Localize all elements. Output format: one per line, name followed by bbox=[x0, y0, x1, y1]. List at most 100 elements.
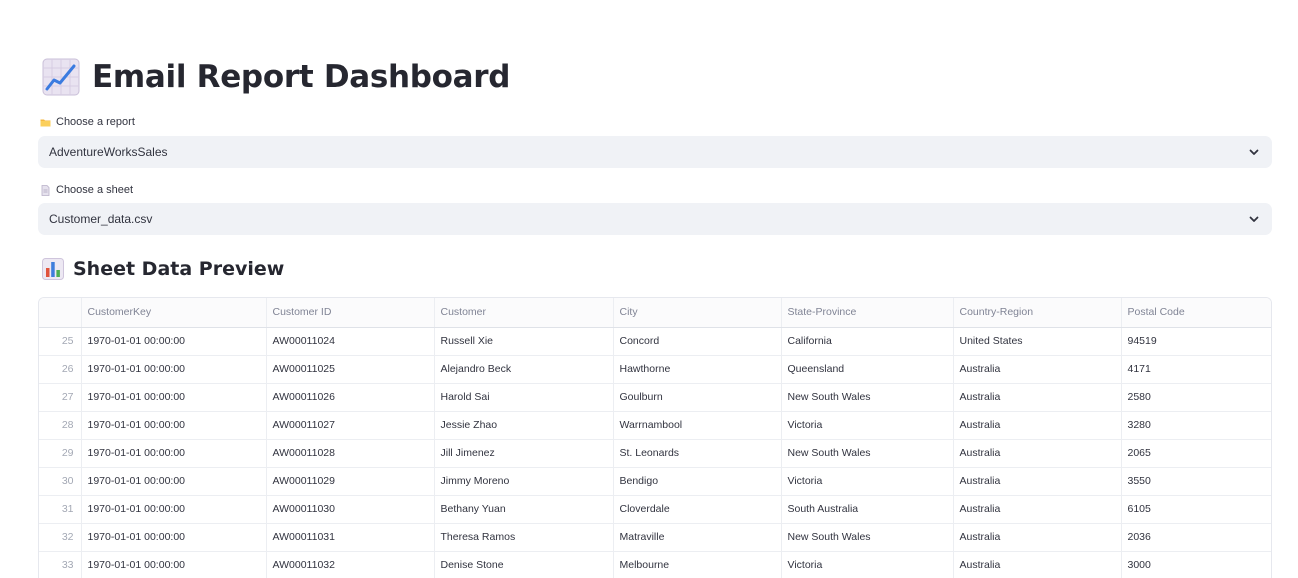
table-cell[interactable]: Australia bbox=[953, 411, 1122, 440]
table-cell[interactable]: 1970-01-01 00:00:00 bbox=[81, 467, 267, 496]
column-header[interactable]: Country-Region bbox=[953, 298, 1122, 328]
table-cell[interactable]: 1970-01-01 00:00:00 bbox=[81, 355, 267, 384]
row-index: 32 bbox=[39, 523, 82, 552]
table-row[interactable]: 33 1970-01-01 00:00:00 AW00011032 Denise St… bbox=[39, 551, 1271, 578]
table-cell[interactable]: 1970-01-01 00:00:00 bbox=[81, 523, 267, 552]
table-cell[interactable]: AW00011030 bbox=[266, 495, 435, 524]
table-row[interactable]: 29 1970-01-01 00:00:00 AW00011028 Jill Jime… bbox=[39, 439, 1271, 468]
table-cell[interactable]: Australia bbox=[953, 495, 1122, 524]
table-cell[interactable]: Harold Sai bbox=[434, 383, 614, 412]
table-cell[interactable]: Victoria bbox=[781, 467, 954, 496]
table-cell[interactable]: California bbox=[781, 327, 954, 356]
sheet-select-label-text: Choose a sheet bbox=[56, 184, 134, 196]
table-cell[interactable]: Bethany Yuan bbox=[434, 495, 614, 524]
table-cell[interactable]: Warrnambool bbox=[613, 411, 782, 440]
table-cell[interactable]: Australia bbox=[953, 355, 1122, 384]
table-cell[interactable]: 94519 bbox=[1121, 327, 1271, 356]
report-select[interactable]: AdventureWorksSales bbox=[38, 136, 1272, 168]
row-index: 33 bbox=[39, 551, 82, 578]
table-cell[interactable]: 4171 bbox=[1121, 355, 1271, 384]
table-cell[interactable]: 1970-01-01 00:00:00 bbox=[81, 495, 267, 524]
table-cell[interactable]: Australia bbox=[953, 523, 1122, 552]
table-cell[interactable]: Melbourne bbox=[613, 551, 782, 578]
table-cell[interactable]: 1970-01-01 00:00:00 bbox=[81, 327, 267, 356]
table-cell[interactable]: Australia bbox=[953, 551, 1122, 578]
row-index: 27 bbox=[39, 383, 82, 412]
table-cell[interactable]: United States bbox=[953, 327, 1122, 356]
bar-chart-icon bbox=[42, 258, 64, 280]
table-cell[interactable]: AW00011026 bbox=[266, 383, 435, 412]
row-index: 26 bbox=[39, 355, 82, 384]
table-cell[interactable]: St. Leonards bbox=[613, 439, 782, 468]
column-header[interactable]: Customer ID bbox=[266, 298, 435, 328]
report-select-value: AdventureWorksSales bbox=[49, 145, 168, 159]
table-cell[interactable]: AW00011025 bbox=[266, 355, 435, 384]
sheet-select[interactable]: Customer_data.csv bbox=[38, 203, 1272, 235]
column-header[interactable]: Customer bbox=[434, 298, 614, 328]
table-cell[interactable]: 1970-01-01 00:00:00 bbox=[81, 551, 267, 578]
folder-icon bbox=[40, 117, 51, 128]
table-cell[interactable]: AW00011032 bbox=[266, 551, 435, 578]
chart-increasing-icon bbox=[42, 58, 80, 96]
table-cell[interactable]: Denise Stone bbox=[434, 551, 614, 578]
table-cell[interactable]: New South Wales bbox=[781, 439, 954, 468]
report-select-label-text: Choose a report bbox=[56, 116, 135, 128]
table-cell[interactable]: AW00011031 bbox=[266, 523, 435, 552]
table-cell[interactable]: Theresa Ramos bbox=[434, 523, 614, 552]
table-cell[interactable]: 6105 bbox=[1121, 495, 1271, 524]
table-cell[interactable]: 3000 bbox=[1121, 551, 1271, 578]
table-cell[interactable]: 1970-01-01 00:00:00 bbox=[81, 439, 267, 468]
table-cell[interactable]: New South Wales bbox=[781, 383, 954, 412]
table-cell[interactable]: 2065 bbox=[1121, 439, 1271, 468]
data-grid[interactable]: CustomerKey Customer ID Customer City St… bbox=[38, 297, 1272, 578]
row-index: 25 bbox=[39, 327, 82, 356]
table-cell[interactable]: Jill Jimenez bbox=[434, 439, 614, 468]
table-cell[interactable]: Bendigo bbox=[613, 467, 782, 496]
table-cell[interactable]: Alejandro Beck bbox=[434, 355, 614, 384]
chevron-down-icon[interactable] bbox=[1248, 146, 1260, 158]
row-index: 28 bbox=[39, 411, 82, 440]
table-cell[interactable]: Matraville bbox=[613, 523, 782, 552]
table-cell[interactable]: 2036 bbox=[1121, 523, 1271, 552]
table-cell[interactable]: AW00011027 bbox=[266, 411, 435, 440]
table-row[interactable]: 25 1970-01-01 00:00:00 AW00011024 Russell X… bbox=[39, 327, 1271, 356]
table-cell[interactable]: 3280 bbox=[1121, 411, 1271, 440]
table-row[interactable]: 28 1970-01-01 00:00:00 AW00011027 Jessie Zh… bbox=[39, 411, 1271, 440]
table-row[interactable]: 27 1970-01-01 00:00:00 AW00011026 Harold Sa… bbox=[39, 383, 1271, 412]
sheet-select-value: Customer_data.csv bbox=[49, 212, 153, 226]
table-cell[interactable]: AW00011029 bbox=[266, 467, 435, 496]
table-cell[interactable]: 1970-01-01 00:00:00 bbox=[81, 411, 267, 440]
table-cell[interactable]: South Australia bbox=[781, 495, 954, 524]
table-cell[interactable]: 3550 bbox=[1121, 467, 1271, 496]
index-header bbox=[39, 298, 82, 328]
table-cell[interactable]: Australia bbox=[953, 439, 1122, 468]
table-cell[interactable]: 2580 bbox=[1121, 383, 1271, 412]
table-cell[interactable]: Hawthorne bbox=[613, 355, 782, 384]
table-cell[interactable]: Goulburn bbox=[613, 383, 782, 412]
column-header[interactable]: CustomerKey bbox=[81, 298, 267, 328]
table-cell[interactable]: Concord bbox=[613, 327, 782, 356]
table-row[interactable]: 32 1970-01-01 00:00:00 AW00011031 Theresa R… bbox=[39, 523, 1271, 552]
column-header[interactable]: Postal Code bbox=[1121, 298, 1271, 328]
table-cell[interactable]: Victoria bbox=[781, 411, 954, 440]
table-cell[interactable]: Victoria bbox=[781, 551, 954, 578]
row-index: 31 bbox=[39, 495, 82, 524]
table-cell[interactable]: Australia bbox=[953, 383, 1122, 412]
table-cell[interactable]: Russell Xie bbox=[434, 327, 614, 356]
table-row[interactable]: 26 1970-01-01 00:00:00 AW00011025 Alejandro… bbox=[39, 355, 1271, 384]
column-header[interactable]: State-Province bbox=[781, 298, 954, 328]
table-cell[interactable]: Australia bbox=[953, 467, 1122, 496]
column-header[interactable]: City bbox=[613, 298, 782, 328]
table-row[interactable]: 31 1970-01-01 00:00:00 AW00011030 Bethany Y… bbox=[39, 495, 1271, 524]
data-table: CustomerKey Customer ID Customer City St… bbox=[39, 298, 1271, 578]
table-row[interactable]: 30 1970-01-01 00:00:00 AW00011029 Jimmy Mor… bbox=[39, 467, 1271, 496]
table-cell[interactable]: New South Wales bbox=[781, 523, 954, 552]
table-cell[interactable]: Jimmy Moreno bbox=[434, 467, 614, 496]
table-cell[interactable]: AW00011028 bbox=[266, 439, 435, 468]
table-cell[interactable]: Queensland bbox=[781, 355, 954, 384]
table-cell[interactable]: AW00011024 bbox=[266, 327, 435, 356]
table-cell[interactable]: Jessie Zhao bbox=[434, 411, 614, 440]
table-cell[interactable]: Cloverdale bbox=[613, 495, 782, 524]
table-cell[interactable]: 1970-01-01 00:00:00 bbox=[81, 383, 267, 412]
chevron-down-icon[interactable] bbox=[1248, 213, 1260, 225]
